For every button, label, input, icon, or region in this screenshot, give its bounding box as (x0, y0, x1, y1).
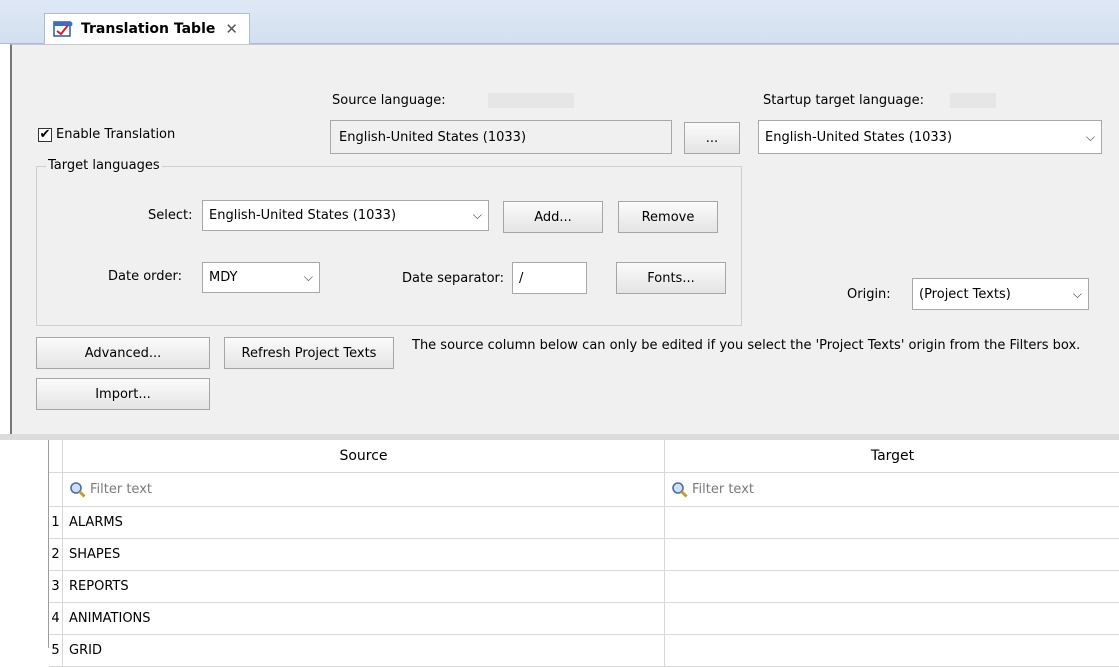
refresh-project-texts-button[interactable]: Refresh Project Texts (224, 337, 394, 369)
target-cell[interactable] (664, 538, 1119, 570)
startup-target-language-value: English-United States (1033) (765, 129, 953, 145)
date-order-value: MDY (209, 270, 238, 285)
source-language-value: English-United States (1033) (339, 129, 527, 145)
origin-label: Origin: (847, 287, 891, 302)
tab-title: Translation Table (81, 21, 216, 37)
source-filter-input[interactable]: Filter text (62, 472, 664, 506)
date-separator-value: / (519, 270, 524, 286)
source-language-label: Source language: (332, 93, 446, 108)
remove-button[interactable]: Remove (618, 201, 718, 233)
advanced-button[interactable]: Advanced... (36, 337, 210, 369)
table-row[interactable]: 4 ANIMATIONS (49, 602, 1119, 635)
enable-translation-label: Enable Translation (56, 127, 176, 142)
search-icon (671, 481, 688, 498)
row-number: 1 (51, 514, 60, 530)
date-order-select[interactable]: MDY ⌵ (202, 262, 320, 293)
close-icon[interactable]: ✕ (225, 20, 238, 38)
target-filter-placeholder: Filter text (692, 481, 754, 497)
table-row[interactable]: 3 REPORTS (49, 570, 1119, 603)
search-icon (69, 481, 86, 498)
date-separator-label: Date separator: (402, 271, 505, 286)
target-languages-title: Target languages (46, 158, 162, 173)
target-cell[interactable] (664, 602, 1119, 634)
chevron-down-icon: ⌵ (472, 208, 482, 222)
target-cell[interactable] (664, 570, 1119, 602)
row-number: 2 (51, 546, 60, 562)
row-number: 3 (51, 578, 60, 594)
source-cell[interactable]: ANIMATIONS (62, 602, 664, 634)
table-row[interactable]: 5 GRID (49, 634, 1119, 667)
source-language-browse-button[interactable]: ... (684, 122, 740, 154)
translation-grid: Source Target Filter text Filter text 1 … (48, 440, 1119, 667)
startup-target-language-select[interactable]: English-United States (1033) ⌵ (758, 120, 1102, 154)
table-row[interactable]: 2 SHAPES (49, 538, 1119, 571)
tab-translation-table[interactable]: Translation Table ✕ (44, 13, 250, 44)
startup-target-language-label: Startup target language: (763, 93, 924, 108)
target-language-value: English-United States (1033) (209, 208, 397, 223)
source-cell[interactable]: GRID (62, 634, 664, 666)
row-number: 4 (51, 610, 60, 626)
enable-translation-checkbox[interactable]: ✔ (38, 128, 52, 142)
target-cell[interactable] (664, 634, 1119, 666)
target-language-select[interactable]: English-United States (1033) ⌵ (202, 200, 489, 231)
source-cell[interactable]: REPORTS (62, 570, 664, 602)
target-filter-input[interactable]: Filter text (664, 472, 1119, 506)
source-language-notch (488, 93, 574, 108)
target-column-header[interactable]: Target (664, 440, 1119, 472)
date-separator-input[interactable]: / (512, 262, 587, 294)
row-number-header (49, 440, 62, 472)
add-button[interactable]: Add... (503, 201, 603, 233)
target-languages-group (36, 166, 742, 326)
date-order-label: Date order: (108, 269, 183, 284)
table-row[interactable]: 1 ALARMS (49, 506, 1119, 539)
source-cell[interactable]: SHAPES (62, 538, 664, 570)
origin-select[interactable]: (Project Texts) ⌵ (912, 278, 1089, 310)
source-language-field: English-United States (1033) (330, 120, 672, 154)
chevron-down-icon: ⌵ (303, 270, 313, 284)
fonts-button[interactable]: Fonts... (616, 262, 726, 294)
chevron-down-icon: ⌵ (1085, 129, 1095, 144)
target-cell[interactable] (664, 506, 1119, 538)
select-label: Select: (148, 208, 193, 223)
import-button[interactable]: Import... (36, 378, 210, 410)
source-cell[interactable]: ALARMS (62, 506, 664, 538)
chevron-down-icon: ⌵ (1072, 286, 1082, 301)
filter-row: Filter text Filter text (49, 472, 1119, 507)
grid-header-row: Source Target (49, 440, 1119, 473)
source-column-note: The source column below can only be edit… (412, 338, 1081, 353)
source-column-header[interactable]: Source (62, 440, 664, 472)
row-number: 5 (51, 642, 60, 658)
origin-value: (Project Texts) (919, 286, 1011, 302)
translation-table-icon (53, 20, 73, 38)
source-filter-placeholder: Filter text (90, 481, 152, 497)
startup-target-language-notch (950, 93, 996, 108)
filter-row-number (49, 472, 62, 506)
